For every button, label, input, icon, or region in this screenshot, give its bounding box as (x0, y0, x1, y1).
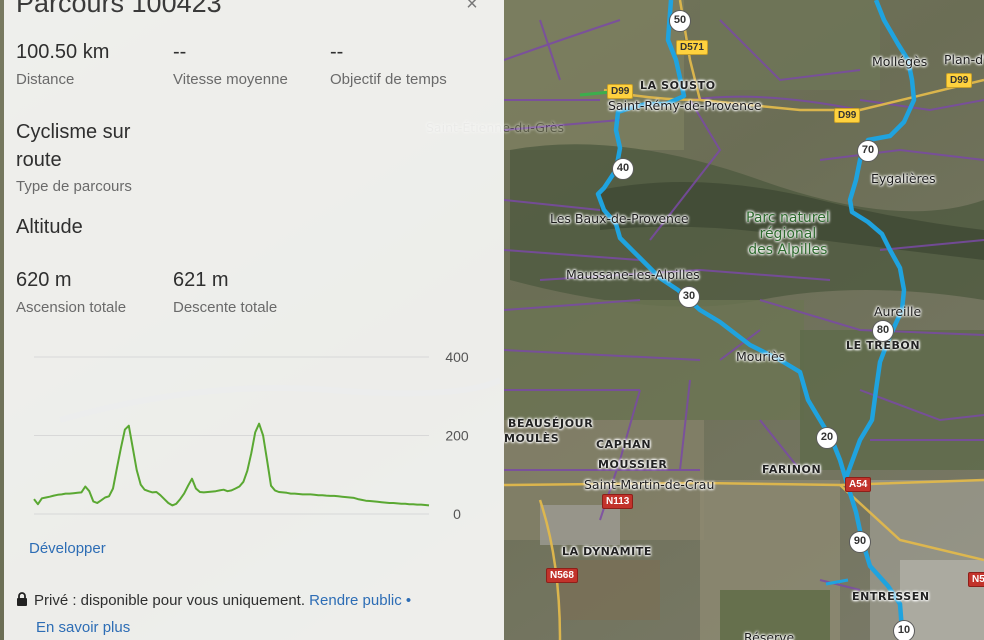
place-label: Mollégès (872, 54, 928, 69)
place-label: Eygalières (871, 171, 936, 186)
km-marker[interactable]: 90 (849, 531, 871, 553)
road-badge: D99 (607, 84, 634, 99)
road-badge: N5 (968, 572, 984, 587)
altitude-title: Altitude (16, 216, 83, 238)
km-marker[interactable]: 50 (669, 10, 691, 32)
place-label: Plan-d'… (944, 52, 984, 67)
place-label: Mouriès (736, 349, 786, 364)
road-badge: N113 (602, 494, 634, 509)
close-icon[interactable]: × (462, 0, 482, 14)
road-badge: N568 (546, 568, 578, 583)
place-label: CAPHAN (596, 438, 652, 451)
place-label: FARINON (762, 463, 822, 476)
make-public-link[interactable]: Rendre public (309, 592, 402, 609)
learn-more-link[interactable]: En savoir plus (36, 614, 130, 640)
distance-value: 100.50 km (16, 41, 110, 63)
place-label: LA DYNAMITE (562, 545, 653, 558)
time-goal-value: -- (330, 41, 344, 63)
road-badge: A54 (845, 477, 872, 492)
place-label: LA SOUSTO (640, 79, 716, 92)
place-label: Les Baux-de-Provence (550, 211, 689, 226)
km-marker[interactable]: 80 (872, 320, 894, 342)
road-badge: D99 (946, 73, 973, 88)
place-label: Aureille (874, 304, 922, 319)
place-label: ENTRESSEN (852, 590, 930, 603)
place-label: MOUSSIER (598, 458, 668, 471)
route-details-panel: Parcours 100423 × 100.50 km Distance -- … (4, 0, 504, 640)
distance-label: Distance (16, 71, 75, 88)
km-marker[interactable]: 10 (893, 620, 915, 640)
y-tick-label: 200 (445, 428, 469, 444)
route-type-value: Cyclisme sur route (16, 121, 131, 171)
elevation-chart[interactable]: 400 200 0 (14, 342, 494, 532)
separator-dot: • (405, 592, 412, 609)
place-label: Saint-Martin-de-Crau (584, 477, 715, 492)
privacy-text: Privé : disponible pour vous uniquement. (34, 592, 305, 609)
place-label: Maussane-les-Alpilles (566, 267, 700, 282)
descent-value: 621 m (173, 269, 229, 291)
place-label: Saint-Rémy-de-Provence (608, 98, 762, 113)
place-label: MOULÈS (504, 432, 560, 445)
avg-speed-value: -- (173, 41, 187, 63)
expand-link[interactable]: Développer (29, 540, 106, 557)
km-marker[interactable]: 70 (857, 140, 879, 162)
privacy-row: Privé : disponible pour vous uniquement.… (16, 587, 496, 640)
y-tick-label: 400 (445, 349, 469, 365)
avg-speed-label: Vitesse moyenne (173, 71, 288, 88)
descent-label: Descente totale (173, 299, 278, 316)
place-label: Réserve (744, 630, 795, 640)
km-marker[interactable]: 30 (678, 286, 700, 308)
ascent-value: 620 m (16, 269, 72, 291)
km-marker[interactable]: 20 (816, 427, 838, 449)
place-label: BEAUSÉJOUR (508, 417, 594, 430)
park-label: Parc naturel régional des Alpilles (746, 210, 830, 258)
route-title: Parcours 100423 (16, 0, 222, 18)
road-badge: D571 (676, 40, 708, 55)
time-goal-label: Objectif de temps (330, 71, 447, 88)
lock-icon (17, 592, 27, 606)
route-type-label: Type de parcours (16, 178, 132, 195)
km-marker[interactable]: 40 (612, 158, 634, 180)
y-tick-label: 0 (453, 506, 461, 522)
ascent-label: Ascension totale (16, 299, 127, 316)
road-badge: D99 (834, 108, 861, 123)
